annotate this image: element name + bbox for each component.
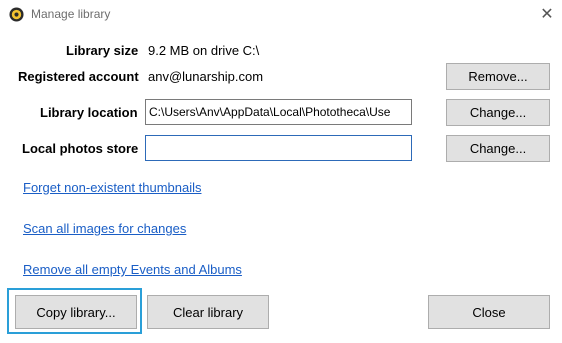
clear-library-button[interactable]: Clear library <box>147 295 269 329</box>
local-photos-store-field[interactable] <box>145 135 412 161</box>
library-size-label: Library size <box>66 43 139 58</box>
library-size-value: 9.2 MB on drive C:\ <box>148 43 260 58</box>
library-location-label: Library location <box>40 105 138 120</box>
window-title: Manage library <box>31 7 111 21</box>
library-location-field[interactable]: C:\Users\Anv\AppData\Local\Phototheca\Us… <box>145 99 412 125</box>
registered-account-label: Registered account <box>18 69 139 84</box>
title-bar: Manage library ✕ <box>0 0 562 30</box>
local-photos-store-label: Local photos store <box>22 141 139 156</box>
change-location-button[interactable]: Change... <box>446 99 550 126</box>
change-photos-store-button[interactable]: Change... <box>446 135 550 162</box>
forget-thumbnails-link[interactable]: Forget non-existent thumbnails <box>23 180 201 195</box>
app-logo-icon <box>9 7 24 22</box>
close-button[interactable]: Close <box>428 295 550 329</box>
remove-empty-events-link[interactable]: Remove all empty Events and Albums <box>23 262 242 277</box>
remove-account-button[interactable]: Remove... <box>446 63 550 90</box>
scan-images-link[interactable]: Scan all images for changes <box>23 221 186 236</box>
registered-account-value: anv@lunarship.com <box>148 69 264 84</box>
copy-library-button[interactable]: Copy library... <box>15 295 137 329</box>
close-icon[interactable]: ✕ <box>538 6 556 24</box>
